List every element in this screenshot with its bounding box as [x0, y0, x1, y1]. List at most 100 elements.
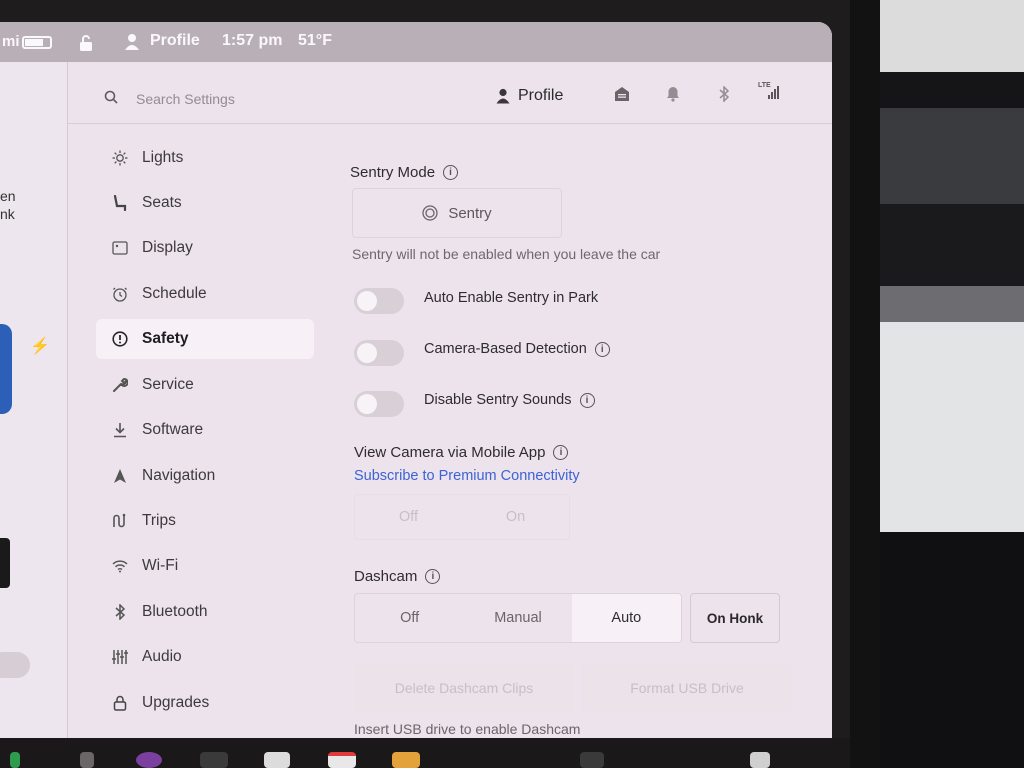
auto-enable-sentry-toggle[interactable] — [354, 288, 404, 314]
camera-based-detection-toggle[interactable] — [354, 340, 404, 366]
sidebar-item-label: Audio — [142, 648, 182, 665]
toggle-knob — [357, 343, 377, 363]
interior-panel — [872, 532, 1024, 768]
clock: 1:57 pm — [222, 32, 283, 49]
clock-icon — [110, 284, 130, 304]
search-icon[interactable] — [104, 90, 118, 104]
charging-bolt-icon: ⚡ — [30, 338, 50, 355]
auto-enable-sentry-label: Auto Enable Sentry in Park — [424, 290, 599, 306]
dashcam-mode-selector[interactable]: Off Manual Auto — [354, 593, 682, 643]
sidebar-item-trips[interactable]: Trips — [96, 501, 314, 541]
sidebar-item-label: Seats — [142, 194, 182, 211]
dashcam-heading: Dashcam i — [354, 568, 441, 585]
sidebar-item-safety[interactable]: Safety — [96, 319, 314, 359]
car-interior-background — [872, 0, 1024, 768]
sidebar-item-lights[interactable]: Lights — [96, 138, 314, 178]
car-panel-toggle[interactable] — [0, 652, 30, 678]
sidebar-item-label: Schedule — [142, 285, 207, 302]
info-icon[interactable]: i — [553, 445, 569, 460]
sidebar-item-bluetooth[interactable]: Bluetooth — [96, 592, 314, 632]
sentry-mode-title: Sentry Mode — [350, 164, 436, 181]
sidebar-item-wifi[interactable]: Wi-Fi — [96, 546, 314, 586]
touchscreen: mi Profile 1:57 pm 51°F en nk ⚡ Search S… — [0, 22, 832, 738]
profile-button[interactable]: Profile — [496, 84, 563, 108]
view-camera-heading: View Camera via Mobile App i — [354, 444, 569, 461]
dashcam-option-off[interactable]: Off — [355, 594, 464, 642]
lock-icon — [110, 693, 130, 713]
equalizer-icon — [110, 647, 130, 667]
sidebar-item-label: Navigation — [142, 467, 216, 484]
search-input[interactable] — [136, 88, 356, 110]
view-camera-selector: Off On — [354, 494, 570, 540]
car-panel-text: nk — [0, 206, 15, 222]
sidebar-item-label: Wi-Fi — [142, 557, 179, 574]
delete-dashcam-clips-button: Delete Dashcam Clips — [354, 664, 574, 712]
download-icon — [110, 420, 130, 440]
info-icon[interactable]: i — [579, 392, 595, 408]
phone-icon[interactable] — [10, 752, 20, 768]
taskbar — [0, 738, 850, 768]
settings-sidebar: Lights Seats Display Schedule Safety Ser… — [68, 124, 328, 738]
view-camera-option-on: On — [505, 509, 526, 525]
sidebar-item-service[interactable]: Service — [96, 365, 314, 405]
battery-icon — [22, 36, 52, 49]
calendar-icon[interactable] — [328, 752, 356, 768]
disable-sentry-sounds-label: Disable Sentry Sounds — [424, 392, 572, 408]
sentry-note: Sentry will not be enabled when you leav… — [352, 246, 661, 262]
interior-panel — [872, 108, 1024, 204]
info-icon[interactable]: i — [425, 569, 441, 584]
alert-circle-icon — [110, 329, 130, 349]
settings-top-bar: Profile LTE — [68, 62, 832, 124]
sidebar-item-software[interactable]: Software — [96, 410, 314, 450]
interior-panel — [872, 322, 1024, 532]
trips-icon — [110, 511, 130, 531]
profile-icon — [496, 88, 510, 104]
display-icon — [110, 238, 130, 258]
sidebar-item-display[interactable]: Display — [96, 228, 314, 268]
sidebar-item-upgrades[interactable]: Upgrades — [96, 683, 314, 723]
statusbar-profile-label[interactable]: Profile — [150, 32, 200, 50]
volume-mute-icon[interactable] — [750, 752, 770, 768]
sentry-button[interactable]: Sentry — [352, 188, 562, 238]
interior-panel — [872, 72, 1024, 108]
sidebar-item-label: Bluetooth — [142, 603, 208, 620]
sidebar-item-navigation[interactable]: Navigation — [96, 456, 314, 496]
garage-icon[interactable] — [614, 86, 630, 107]
sidebar-item-label: Upgrades — [142, 694, 210, 711]
profile-icon[interactable] — [124, 33, 140, 56]
on-honk-button[interactable]: On Honk — [690, 593, 780, 643]
format-usb-drive-button: Format USB Drive — [582, 664, 792, 712]
toybox-icon[interactable] — [264, 752, 290, 768]
sidebar-item-label: Trips — [142, 512, 176, 529]
more-apps-icon[interactable] — [200, 752, 228, 768]
info-icon[interactable]: i — [594, 341, 610, 357]
sidebar-item-audio[interactable]: Audio — [96, 637, 314, 677]
sidebar-item-seats[interactable]: Seats — [96, 183, 314, 223]
lock-icon[interactable] — [78, 34, 94, 57]
music-icon[interactable] — [80, 752, 94, 768]
sentry-icon — [422, 205, 438, 221]
range-unit: mi — [2, 33, 20, 50]
bluetooth-icon[interactable] — [718, 85, 730, 107]
sidebar-item-label: Service — [142, 376, 194, 393]
info-icon[interactable]: i — [443, 165, 459, 180]
sentry-button-label: Sentry — [448, 204, 492, 222]
disable-sentry-sounds-toggle[interactable] — [354, 391, 404, 417]
view-camera-option-off: Off — [398, 509, 419, 525]
dashcam-option-manual[interactable]: Manual — [464, 594, 571, 642]
car-panel-text: en — [0, 188, 16, 204]
sidebar-item-schedule[interactable]: Schedule — [96, 274, 314, 314]
car-image — [0, 324, 12, 414]
screen-bezel — [850, 0, 880, 768]
subscribe-premium-link[interactable]: Subscribe to Premium Connectivity — [354, 468, 580, 484]
dashcam-option-auto[interactable]: Auto — [571, 594, 681, 642]
safety-settings-content: Sentry Mode i Sentry Sentry will not be … — [350, 124, 820, 738]
camera-app-icon[interactable] — [136, 752, 162, 768]
car-panel-button[interactable] — [0, 538, 10, 588]
fan-icon[interactable] — [580, 752, 604, 768]
notification-bell-icon[interactable] — [666, 86, 680, 107]
arcade-icon[interactable] — [392, 752, 420, 768]
sun-icon — [110, 148, 130, 168]
status-bar: mi Profile 1:57 pm 51°F — [0, 22, 832, 62]
sidebar-item-label: Safety — [142, 330, 189, 347]
